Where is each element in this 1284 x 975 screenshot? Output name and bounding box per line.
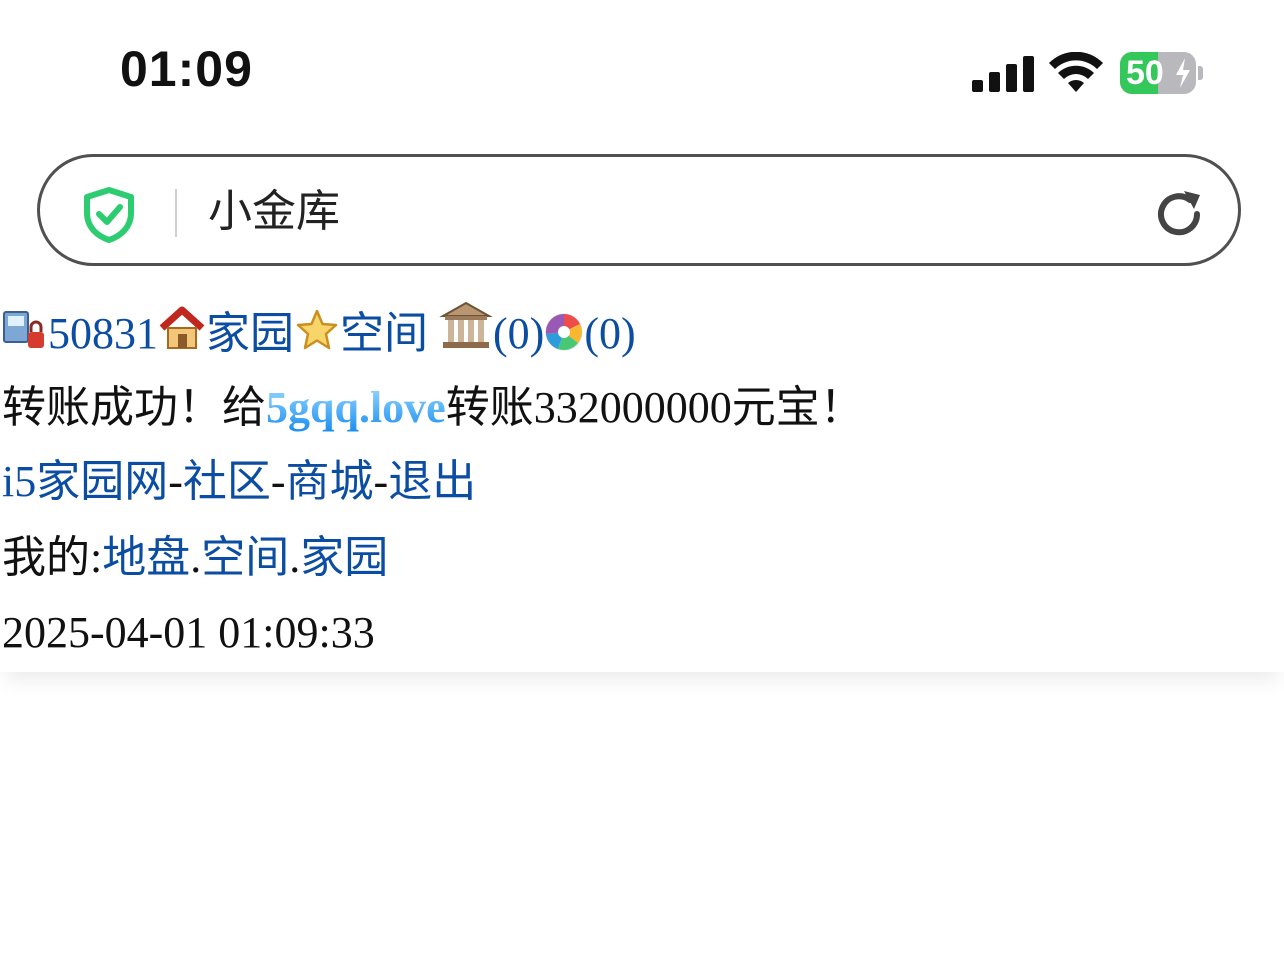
bank-building-icon: [439, 301, 493, 348]
separator: -: [270, 457, 286, 506]
dot-separator: .: [289, 533, 301, 582]
separator: -: [373, 457, 389, 506]
timestamp: 2025-04-01 01:09:33: [2, 608, 375, 657]
shield-check-icon[interactable]: [82, 187, 136, 243]
message-prefix: 转账成功！给: [2, 383, 266, 432]
battery-nub: [1198, 66, 1203, 80]
user-id-link[interactable]: 50831: [48, 309, 158, 358]
site-links-row: i5家园网-社区-商城-退出: [2, 452, 476, 512]
bank-count-link[interactable]: (0): [493, 309, 544, 358]
my-land-link[interactable]: 地盘: [102, 533, 190, 582]
community-link[interactable]: 社区: [183, 457, 271, 506]
my-space-link[interactable]: 空间: [201, 533, 289, 582]
dot-separator: .: [190, 533, 202, 582]
separator: -: [168, 457, 183, 506]
user-nav-row: 50831 家园 空间 (0) (0): [2, 300, 636, 364]
transfer-message: 转账成功！给5gqq.love转账332000000元宝！: [2, 378, 864, 438]
logout-link[interactable]: 退出: [388, 457, 476, 506]
house-icon: [159, 306, 205, 349]
space-link[interactable]: 空间: [340, 309, 428, 358]
signal-icon: [972, 56, 1034, 92]
battery-percent: 50: [1126, 54, 1164, 92]
page-title[interactable]: 小金库: [208, 184, 340, 240]
reload-icon[interactable]: [1150, 185, 1208, 243]
mall-link[interactable]: 商城: [286, 457, 374, 506]
site-home-link[interactable]: i5家园网: [2, 457, 168, 506]
address-divider: [175, 189, 177, 237]
status-bar: 01:09 50: [0, 0, 1284, 140]
wifi-icon: [1049, 52, 1103, 92]
my-links-row: 我的:地盘.空间.家园: [2, 528, 388, 588]
star-icon: [296, 309, 338, 350]
charging-bolt-icon: [1176, 58, 1190, 88]
page-content: 50831 家园 空间 (0) (0) 转账成功！给5gqq.love转账332…: [0, 290, 1284, 672]
user-lock-icon: [3, 311, 44, 348]
battery-icon: 50: [1120, 52, 1196, 94]
address-bar[interactable]: 小金库: [37, 154, 1241, 266]
photo-count-link[interactable]: (0): [584, 309, 635, 358]
message-suffix: 转账332000000元宝！: [445, 383, 864, 432]
status-time: 01:09: [120, 41, 253, 97]
home-link[interactable]: 家园: [206, 309, 294, 358]
recipient-name: 5gqq.love: [266, 383, 446, 432]
photo-aperture-icon: [545, 313, 583, 351]
my-label: 我的:: [2, 533, 103, 582]
my-home-link[interactable]: 家园: [300, 533, 388, 582]
